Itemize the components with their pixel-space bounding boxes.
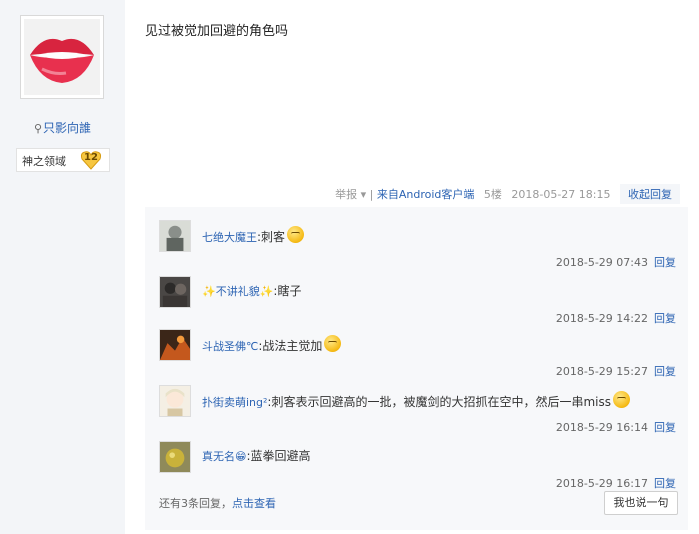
author-name-link[interactable]: ⚲只影向誰 bbox=[0, 119, 125, 136]
reply-username[interactable]: 真无名😁 bbox=[202, 450, 246, 463]
tail-separator: | bbox=[369, 188, 374, 201]
source-link[interactable]: 来自Android客户端 bbox=[377, 188, 475, 201]
smile-emoji-icon bbox=[324, 335, 342, 352]
reply-time: 2018-5-29 16:14 bbox=[555, 421, 648, 434]
reply-username[interactable]: ✨不讲礼貌✨ bbox=[202, 285, 273, 298]
reply-button[interactable]: 回复 bbox=[654, 477, 676, 490]
reply-button[interactable]: 回复 bbox=[654, 365, 676, 378]
floor-number: 5楼 bbox=[483, 188, 502, 201]
reply-avatar[interactable] bbox=[159, 385, 191, 417]
reply-username[interactable]: 七绝大魔王 bbox=[202, 231, 257, 244]
badge-name: 神之领域 bbox=[22, 155, 66, 168]
reply-item: 扑街卖萌ing²:刺客表示回避高的一批，被魔剑的大招抓在空中，然后一串miss … bbox=[145, 385, 688, 441]
reply-time: 2018-5-29 16:17 bbox=[555, 477, 648, 490]
reply-text: 蓝拳回避高 bbox=[250, 449, 311, 463]
reply-text: 战法主觉加 bbox=[262, 339, 323, 353]
reply-item: 斗战圣佛℃:战法主觉加 2018-5-29 15:27 回复 bbox=[145, 329, 688, 385]
pin-icon: ⚲ bbox=[33, 122, 43, 135]
reply-time: 2018-5-29 15:27 bbox=[555, 365, 648, 378]
reply-item: ✨不讲礼貌✨:瞎子 2018-5-29 14:22 回复 bbox=[145, 276, 688, 332]
reply-avatar[interactable] bbox=[159, 329, 191, 361]
reply-text: 刺客表示回避高的一批，被魔剑的大招抓在空中，然后一串miss bbox=[271, 395, 611, 409]
reply-list: 七绝大魔王:刺客 2018-5-29 07:43 回复 ✨不讲礼貌✨:瞎子 201… bbox=[145, 207, 688, 530]
reply-item: 七绝大魔王:刺客 2018-5-29 07:43 回复 bbox=[145, 220, 688, 276]
reply-avatar[interactable] bbox=[159, 441, 191, 473]
smile-emoji-icon bbox=[613, 391, 630, 408]
author-avatar[interactable] bbox=[20, 15, 104, 99]
author-sidebar: ⚲只影向誰 神之领域 12 bbox=[0, 0, 125, 534]
smile-emoji-icon bbox=[287, 226, 305, 243]
reply-button[interactable]: 回复 bbox=[654, 421, 676, 434]
reply-time: 2018-5-29 07:43 bbox=[555, 256, 648, 269]
more-replies-count: 还有3条回复， bbox=[159, 497, 232, 510]
post-tail: 举报 ▾ | 来自Android客户端 5楼 2018-05-27 18:15 … bbox=[335, 184, 680, 204]
level-badge[interactable]: 神之领域 12 bbox=[16, 148, 110, 172]
reply-item: 真无名😁:蓝拳回避高 2018-5-29 16:17 回复 bbox=[145, 441, 688, 497]
reply-username[interactable]: 斗战圣佛℃ bbox=[202, 340, 258, 353]
collapse-replies-button[interactable]: 收起回复 bbox=[620, 184, 680, 204]
reply-text: 刺客 bbox=[261, 230, 286, 244]
post-content: 见过被觉加回避的角色吗 bbox=[145, 24, 289, 39]
reply-time: 2018-5-29 14:22 bbox=[555, 312, 648, 325]
write-reply-button[interactable]: 我也说一句 bbox=[604, 491, 678, 515]
reply-button[interactable]: 回复 bbox=[654, 256, 676, 269]
lips-avatar-image bbox=[24, 19, 100, 95]
post-time: 2018-05-27 18:15 bbox=[511, 188, 611, 201]
reply-avatar[interactable] bbox=[159, 220, 191, 252]
reply-button[interactable]: 回复 bbox=[654, 312, 676, 325]
reply-text: 瞎子 bbox=[277, 284, 302, 298]
reply-avatar[interactable] bbox=[159, 276, 191, 308]
badge-level: 12 bbox=[84, 152, 98, 163]
view-more-link[interactable]: 点击查看 bbox=[232, 497, 276, 510]
more-replies: 还有3条回复，点击查看 bbox=[159, 495, 276, 511]
reply-username[interactable]: 扑街卖萌ing² bbox=[202, 396, 267, 409]
report-link[interactable]: 举报 ▾ bbox=[335, 188, 366, 201]
